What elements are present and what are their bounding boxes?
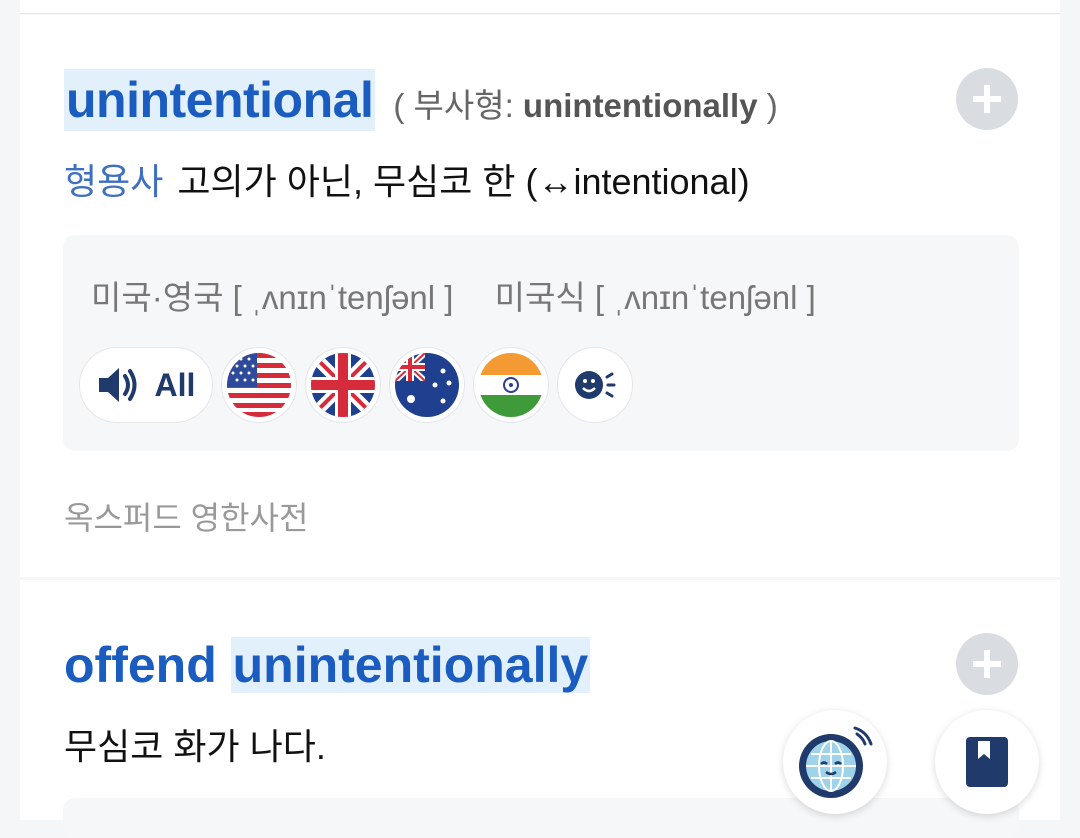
play-us-button[interactable] [221, 347, 297, 423]
add-to-wordbook-button-2[interactable] [956, 633, 1018, 695]
pron-ipa-us: [ ˌʌnɪnˈtenʃənl ] [594, 279, 816, 316]
meaning-line: 형용사 고의가 아닌, 무심코 한 (↔intentional) [64, 153, 750, 205]
pronunciation-box: 미국·영국 [ ˌʌnɪnˈtenʃənl ] 미국식 [ ˌʌnɪnˈtenʃ… [63, 235, 1019, 451]
variant-form: ( 부사형: unintentionally ) [393, 79, 777, 127]
dictionary-source[interactable]: 옥스퍼드 영한사전 [64, 493, 308, 539]
play-in-button[interactable] [473, 347, 549, 423]
pronunciation-box-2 [63, 798, 1019, 838]
bookmark-icon [966, 737, 1008, 787]
phrase-word-highlight: unintentionally [230, 637, 591, 693]
phrase-headword[interactable]: offend unintentionally [64, 634, 591, 696]
variant-prefix: ( 부사형: [393, 87, 523, 124]
voice-face-icon [575, 371, 616, 399]
add-to-wordbook-button[interactable] [956, 68, 1018, 130]
audio-buttons: All [79, 347, 633, 423]
wordbook-button[interactable] [935, 710, 1039, 814]
part-of-speech: 형용사 [64, 161, 164, 202]
play-all-button[interactable]: All [79, 347, 213, 423]
globe-character-icon [799, 726, 873, 798]
headword[interactable]: unintentional [64, 69, 376, 131]
globe-character-button[interactable] [783, 710, 887, 814]
entry-header: unintentional ( 부사형: unintentionally ) [64, 69, 778, 131]
us-flag-icon [227, 353, 291, 417]
entry-card-2: offend unintentionally 무심코 화가 나다. [20, 580, 1060, 838]
meaning-text: 고의가 아닌, 무심코 한 (↔intentional) [177, 161, 750, 202]
plus-icon [973, 85, 1001, 113]
entry-card: unintentional ( 부사형: unintentionally ) 형… [20, 15, 1060, 577]
au-flag-icon [395, 353, 459, 417]
pronunciation-line: 미국·영국 [ ˌʌnɪnˈtenʃənl ] 미국식 [ ˌʌnɪnˈtenʃ… [91, 271, 816, 319]
phrase-word-plain: offend [64, 637, 231, 693]
play-au-button[interactable] [389, 347, 465, 423]
pron-ipa-us-uk: [ ˌʌnɪnˈtenʃənl ] [232, 279, 454, 316]
uk-flag-icon [311, 353, 375, 417]
pron-label-us-uk: 미국·영국 [91, 279, 224, 316]
variant-word[interactable]: unintentionally [523, 87, 758, 124]
phrase-meaning: 무심코 화가 나다. [64, 726, 326, 767]
previous-card [20, 0, 1060, 14]
pron-label-us: 미국식 [494, 279, 586, 316]
voice-mode-button[interactable] [557, 347, 633, 423]
play-all-label: All [154, 366, 196, 403]
plus-icon [973, 650, 1001, 678]
variant-suffix: ) [757, 87, 778, 124]
speaker-icon [98, 368, 137, 402]
play-uk-button[interactable] [305, 347, 381, 423]
in-flag-icon [479, 353, 543, 417]
